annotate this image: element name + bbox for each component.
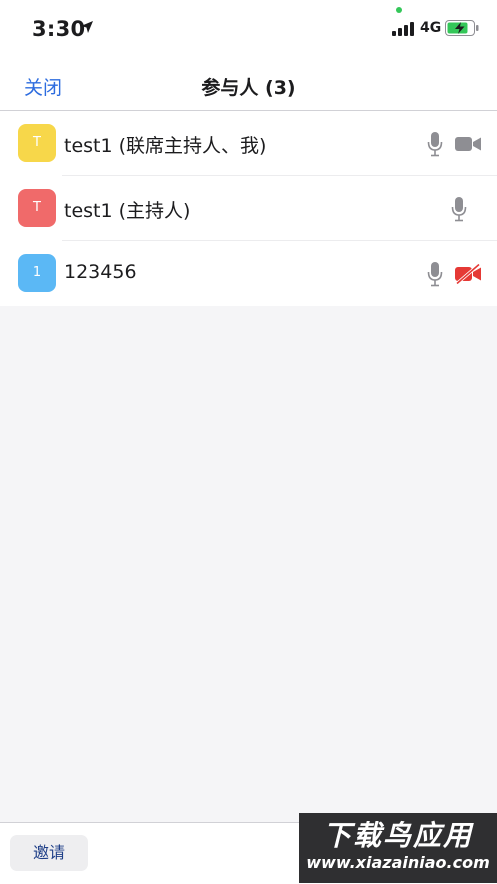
microphone-icon[interactable] xyxy=(427,261,443,287)
microphone-icon[interactable] xyxy=(451,196,467,222)
network-type: 4G xyxy=(420,20,442,36)
participant-row[interactable]: T test1 (主持人) xyxy=(0,176,497,241)
location-arrow-icon xyxy=(81,21,93,33)
participant-row[interactable]: T test1 (联席主持人、我) xyxy=(0,111,497,176)
status-bar: 3:30 4G xyxy=(0,0,497,62)
signal-icon xyxy=(392,22,414,36)
nav-bar: 关闭 参与人 (3) xyxy=(0,62,497,111)
video-off-icon[interactable] xyxy=(455,264,481,284)
battery-charging-icon xyxy=(445,20,479,36)
participant-row[interactable]: 1 123456 xyxy=(0,241,497,306)
watermark-logo: 下载鸟应用 www.xiazainiao.com xyxy=(299,813,497,883)
invite-button[interactable]: 邀请 xyxy=(10,835,88,871)
watermark-title: 下载鸟应用 xyxy=(322,819,473,852)
privacy-indicator-dot xyxy=(396,7,402,13)
watermark-url: www.xiazainiao.com xyxy=(306,853,490,872)
video-camera-icon[interactable] xyxy=(455,134,481,154)
avatar: T xyxy=(18,124,56,162)
avatar: 1 xyxy=(18,254,56,292)
participant-name: test1 (主持人) xyxy=(64,200,191,222)
participant-name: 123456 xyxy=(64,261,137,283)
participant-name: test1 (联席主持人、我) xyxy=(64,135,267,157)
avatar: T xyxy=(18,189,56,227)
microphone-icon[interactable] xyxy=(427,131,443,157)
page-title: 参与人 (3) xyxy=(201,77,296,99)
participant-list: T test1 (联席主持人、我) T test1 (主持人) 1 123456 xyxy=(0,111,497,306)
status-time: 3:30 xyxy=(32,17,86,41)
